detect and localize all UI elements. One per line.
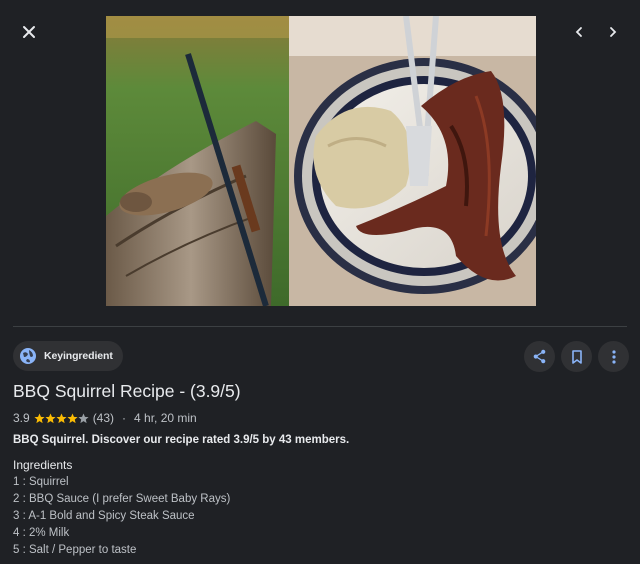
ingredients-heading: Ingredients <box>13 458 73 472</box>
star-rating <box>34 412 89 424</box>
rating-value: 3.9 <box>13 411 30 425</box>
star-icon <box>56 412 67 423</box>
review-count: (43) <box>92 411 115 425</box>
rating-line: 3.9 (43) · 4 hr, 20 min <box>13 411 197 425</box>
star-icon <box>45 412 56 423</box>
globe-icon <box>20 348 36 364</box>
close-icon <box>23 26 35 38</box>
bookmark-icon <box>571 349 582 364</box>
source-name: Keyingredient <box>44 350 113 362</box>
star-icon <box>67 412 78 423</box>
star-empty-icon <box>78 412 89 423</box>
share-icon <box>533 349 546 364</box>
ingredients-list: 1 : Squirrel 2 : BBQ Sauce (I prefer Swe… <box>13 474 230 559</box>
save-button[interactable] <box>561 341 592 372</box>
chevron-right-icon <box>610 27 617 37</box>
recipe-description: BBQ Squirrel. Discover our recipe rated … <box>13 434 350 446</box>
next-button[interactable] <box>597 16 629 48</box>
recipe-title[interactable]: BBQ Squirrel Recipe - (3.9/5) <box>13 381 241 402</box>
list-item: 2 : BBQ Sauce (I prefer Sweet Baby Rays) <box>13 493 231 505</box>
close-button[interactable] <box>13 16 45 48</box>
share-button[interactable] <box>524 341 555 372</box>
cook-time: 4 hr, 20 min <box>134 411 197 425</box>
chevron-left-icon <box>575 27 582 37</box>
separator: · <box>122 411 127 425</box>
divider <box>13 326 627 327</box>
list-item: 1 : Squirrel <box>13 476 69 488</box>
source-chip[interactable]: Keyingredient <box>13 341 123 371</box>
list-item: 4 : 2% Milk <box>13 527 70 539</box>
preview-image[interactable] <box>106 16 536 306</box>
more-vert-icon <box>611 349 616 364</box>
list-item: 5 : Salt / Pepper to taste <box>13 544 137 556</box>
recipe-photo <box>106 16 536 306</box>
previous-button[interactable] <box>563 16 595 48</box>
list-item: 3 : A-1 Bold and Spicy Steak Sauce <box>13 510 195 522</box>
star-icon <box>34 412 45 423</box>
more-options-button[interactable] <box>598 341 629 372</box>
